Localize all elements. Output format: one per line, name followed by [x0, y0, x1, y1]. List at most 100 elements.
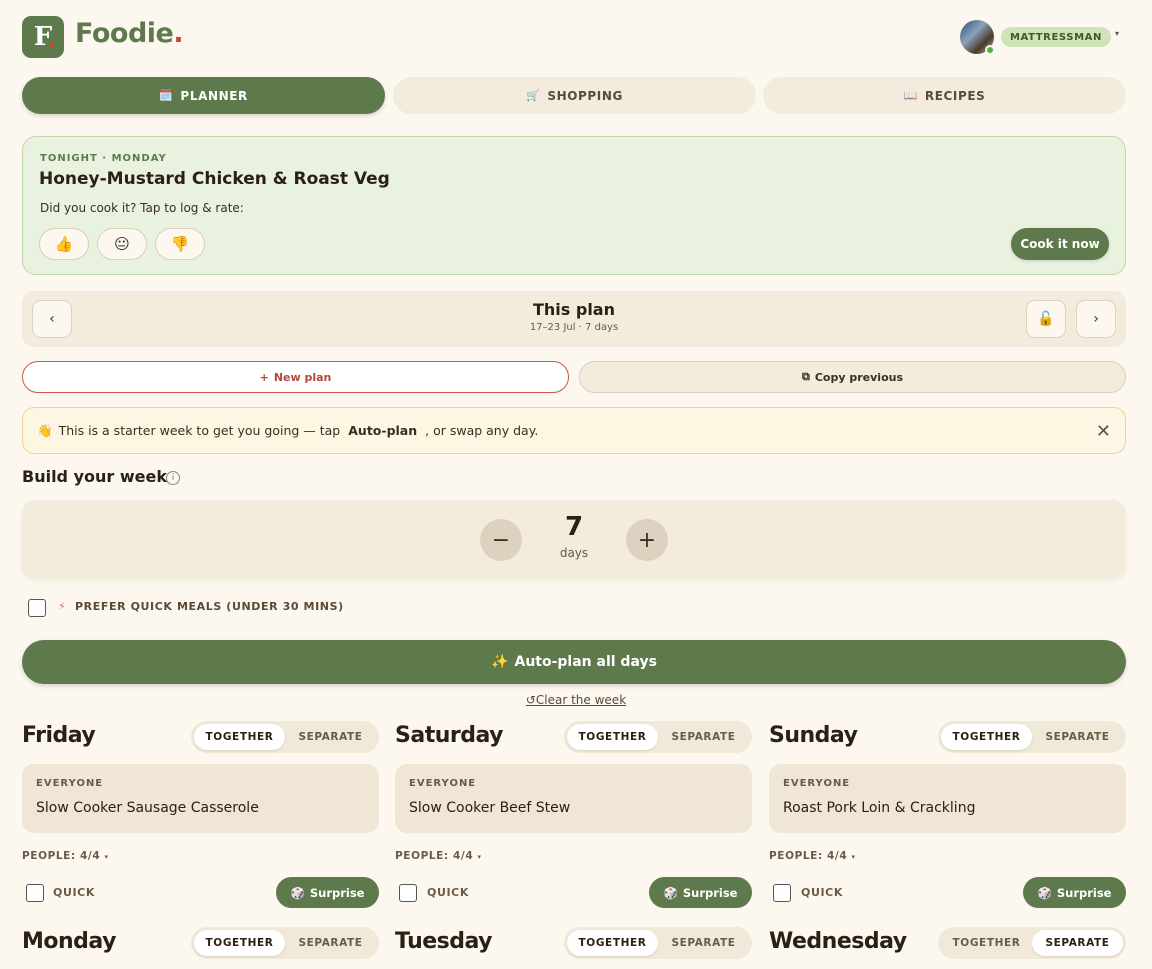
lightning-icon: ⚡: [58, 600, 66, 613]
meal-name: Slow Cooker Sausage Casserole: [36, 800, 259, 816]
separate-option[interactable]: SEPARATE: [658, 930, 749, 956]
mode-toggle-saturday[interactable]: TOGETHER SEPARATE: [564, 721, 752, 753]
build-week-heading: Build your week: [22, 467, 167, 486]
together-option[interactable]: TOGETHER: [194, 930, 285, 956]
tab-planner[interactable]: 🗓️ PLANNER: [22, 77, 385, 114]
quick-label: QUICK: [427, 886, 469, 899]
close-icon[interactable]: ✕: [1096, 421, 1111, 442]
meal-eyebrow: EVERYONE: [36, 778, 104, 789]
chevron-down-icon: ▾: [477, 853, 482, 861]
surprise-label: Surprise: [309, 885, 365, 900]
tab-shopping-label: SHOPPING: [547, 88, 623, 103]
surprise-label: Surprise: [682, 885, 738, 900]
cart-icon: 🛒: [526, 89, 541, 102]
quick-checkbox-friday[interactable]: [26, 884, 44, 902]
separate-option[interactable]: SEPARATE: [1032, 930, 1123, 956]
tonight-meal-title: Honey-Mustard Chicken & Roast Veg: [39, 169, 390, 189]
days-stepper: − 7 days +: [22, 500, 1126, 579]
banner-bold-text: Auto-plan: [348, 423, 418, 438]
book-icon: 📖: [903, 89, 918, 102]
separate-option[interactable]: SEPARATE: [658, 724, 749, 750]
quick-label: QUICK: [801, 886, 843, 899]
mode-toggle-friday[interactable]: TOGETHER SEPARATE: [191, 721, 379, 753]
together-option[interactable]: TOGETHER: [567, 930, 658, 956]
app-logo[interactable]: F: [22, 16, 64, 58]
auto-plan-button[interactable]: ✨ Auto-plan all days: [22, 640, 1126, 684]
mode-toggle-wednesday[interactable]: TOGETHER SEPARATE: [938, 927, 1126, 959]
app-name-text: Foodie: [75, 18, 174, 49]
increment-days-button[interactable]: +: [626, 519, 668, 561]
new-plan-label: New plan: [273, 370, 332, 384]
app-name-dot: .: [173, 18, 184, 49]
copy-icon: ⧉: [802, 370, 810, 383]
dice-icon: 🎲: [290, 885, 305, 900]
day-name-friday: Friday: [22, 723, 96, 748]
tab-recipes-label: RECIPES: [924, 88, 986, 103]
surprise-label: Surprise: [1056, 885, 1112, 900]
together-option[interactable]: TOGETHER: [941, 724, 1032, 750]
waving-hand-icon: 👋: [37, 422, 53, 438]
tonight-card: TONIGHT · MONDAY Honey-Mustard Chicken &…: [22, 136, 1126, 275]
meal-card-sunday[interactable]: EVERYONE Roast Pork Loin & Crackling: [769, 764, 1126, 833]
people-count: PEOPLE: 4/4: [769, 850, 848, 862]
surprise-button-friday[interactable]: 🎲 Surprise: [276, 877, 379, 908]
plan-navigator: ‹ This plan 17–23 Jul · 7 days 🔓 ›: [22, 291, 1126, 347]
quick-label: QUICK: [53, 886, 95, 899]
username-badge[interactable]: MATTRESSMAN: [1001, 27, 1111, 47]
thumbs-up-button[interactable]: 👍: [39, 228, 89, 260]
people-selector-friday[interactable]: PEOPLE: 4/4 ▾: [22, 850, 109, 862]
quick-checkbox-saturday[interactable]: [399, 884, 417, 902]
user-menu-caret-icon[interactable]: ▾: [1115, 29, 1119, 38]
cook-it-now-button[interactable]: Cook it now: [1011, 228, 1109, 260]
info-icon[interactable]: i: [166, 471, 180, 485]
neutral-face-button[interactable]: 😐: [97, 228, 147, 260]
together-option[interactable]: TOGETHER: [194, 724, 285, 750]
tonight-eyebrow: TONIGHT · MONDAY: [40, 153, 167, 164]
thumbs-down-button[interactable]: 👎: [155, 228, 205, 260]
prefer-quick-checkbox[interactable]: [28, 599, 46, 617]
auto-plan-label: Auto-plan all days: [514, 654, 657, 670]
mode-toggle-tuesday[interactable]: TOGETHER SEPARATE: [564, 927, 752, 959]
people-selector-sunday[interactable]: PEOPLE: 4/4 ▾: [769, 850, 856, 862]
next-plan-button[interactable]: ›: [1076, 300, 1116, 338]
copy-previous-button[interactable]: ⧉ Copy previous: [579, 361, 1126, 393]
day-name-wednesday: Wednesday: [769, 929, 907, 954]
undo-icon: ↺: [525, 693, 536, 707]
dice-icon: 🎲: [1037, 885, 1052, 900]
meal-eyebrow: EVERYONE: [783, 778, 851, 789]
mode-toggle-monday[interactable]: TOGETHER SEPARATE: [191, 927, 379, 959]
dice-icon: 🎲: [663, 885, 678, 900]
tab-recipes[interactable]: 📖 RECIPES: [763, 77, 1126, 114]
banner-text: This is a starter week to get you going …: [58, 423, 341, 438]
chevron-down-icon: ▾: [851, 853, 856, 861]
together-option[interactable]: TOGETHER: [567, 724, 658, 750]
meal-name: Roast Pork Loin & Crackling: [783, 800, 976, 816]
surprise-button-saturday[interactable]: 🎲 Surprise: [649, 877, 752, 908]
copy-previous-label: Copy previous: [814, 370, 903, 384]
separate-option[interactable]: SEPARATE: [285, 724, 376, 750]
banner-text-end: , or swap any day.: [425, 423, 539, 438]
tonight-prompt: Did you cook it? Tap to log & rate:: [40, 201, 244, 215]
together-option[interactable]: TOGETHER: [941, 930, 1032, 956]
tab-planner-label: PLANNER: [180, 88, 248, 103]
new-plan-button[interactable]: + New plan: [22, 361, 569, 393]
people-count: PEOPLE: 4/4: [22, 850, 101, 862]
separate-option[interactable]: SEPARATE: [285, 930, 376, 956]
people-selector-saturday[interactable]: PEOPLE: 4/4 ▾: [395, 850, 482, 862]
logo-dot: [49, 43, 54, 48]
clear-week-link[interactable]: ↺Clear the week: [0, 693, 1152, 707]
mode-toggle-sunday[interactable]: TOGETHER SEPARATE: [938, 721, 1126, 753]
clear-week-label: Clear the week: [535, 693, 627, 707]
day-name-sunday: Sunday: [769, 723, 858, 748]
unlock-icon[interactable]: 🔓: [1026, 300, 1066, 338]
surprise-button-sunday[interactable]: 🎲 Surprise: [1023, 877, 1126, 908]
tab-shopping[interactable]: 🛒 SHOPPING: [393, 77, 756, 114]
day-name-saturday: Saturday: [395, 723, 503, 748]
meal-card-friday[interactable]: EVERYONE Slow Cooker Sausage Casserole: [22, 764, 379, 833]
separate-option[interactable]: SEPARATE: [1032, 724, 1123, 750]
calendar-icon: 🗓️: [159, 89, 174, 102]
quick-checkbox-sunday[interactable]: [773, 884, 791, 902]
meal-card-saturday[interactable]: EVERYONE Slow Cooker Beef Stew: [395, 764, 752, 833]
plus-icon: +: [259, 370, 269, 384]
sparkles-icon: ✨: [491, 654, 509, 670]
